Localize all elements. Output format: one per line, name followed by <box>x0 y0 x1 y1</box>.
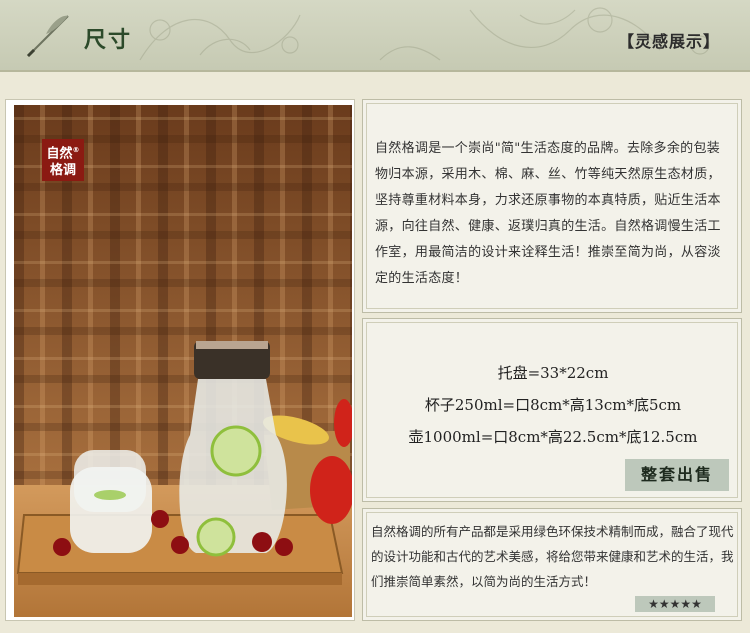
set-sale-button[interactable]: 整套出售 <box>625 459 729 491</box>
brand-logo: 自然® 格调 <box>42 139 84 181</box>
cup-size: 杯子250ml=口8cm*高13cm*底5cm <box>424 396 682 414</box>
size-specs-panel: 托盘=33*22cm 杯子250ml=口8cm*高13cm*底5cm 壶1000… <box>362 318 742 502</box>
tray-size: 托盘=33*22cm <box>497 364 609 382</box>
page-title: 尺寸 <box>84 27 133 53</box>
header-banner: 尺寸 【灵感展示】 <box>0 0 750 72</box>
brand-intro-text: 自然格调是一个崇尚"简"生活态度的品牌。去除多余的包装物归本源，采用木、棉、麻、… <box>375 141 721 286</box>
product-photo-frame: 自然® 格调 <box>5 99 355 621</box>
brand-intro-panel: 自然格调是一个崇尚"简"生活态度的品牌。去除多余的包装物归本源，采用木、棉、麻、… <box>362 99 742 313</box>
registered-mark: ® <box>72 146 80 154</box>
brand-logo-line1: 自然 <box>46 146 73 162</box>
specs-list: 托盘=33*22cm 杯子250ml=口8cm*高13cm*底5cm 壶1000… <box>363 357 743 453</box>
rating-stars: ★★★★★ <box>635 596 715 612</box>
inspiration-tag: 【灵感展示】 <box>617 32 720 51</box>
pot-size: 壶1000ml=口8cm*高22.5cm*底12.5cm <box>408 428 698 446</box>
product-photo: 自然® 格调 <box>14 105 352 617</box>
brand-logo-line2: 格调 <box>49 163 76 179</box>
quill-icon <box>26 15 69 58</box>
description-panel: 自然格调的所有产品都是采用绿色环保技术精制而成，融合了现代的设计功能和古代的艺术… <box>362 508 742 621</box>
description-text: 自然格调的所有产品都是采用绿色环保技术精制而成，融合了现代的设计功能和古代的艺术… <box>371 524 734 589</box>
product-scene-image <box>14 105 352 617</box>
